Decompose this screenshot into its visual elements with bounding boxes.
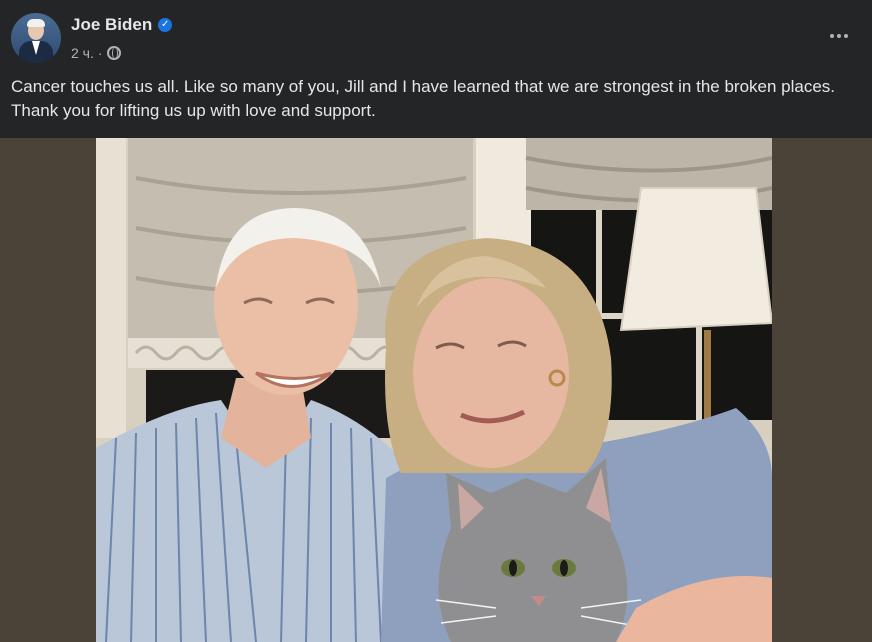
author-row: Joe Biden ✓ [71,15,173,35]
verified-badge-icon: ✓ [158,18,173,32]
post-media[interactable] [0,138,872,642]
meta-separator: · [97,45,103,61]
more-options-button[interactable] [824,24,854,48]
more-options-icon [830,34,834,38]
author-name[interactable]: Joe Biden [71,15,152,35]
post-timestamp[interactable]: 2 ч. [71,45,94,61]
post-photo[interactable] [96,138,772,642]
post-text: Cancer touches us all. Like so many of y… [11,77,836,120]
author-avatar[interactable] [11,13,61,63]
facebook-post: Joe Biden ✓ 2 ч. · Cancer touches us all… [0,0,872,642]
photo-illustration [96,138,772,642]
post-header: Joe Biden ✓ 2 ч. · [0,0,872,70]
post-meta: 2 ч. · [71,45,121,61]
globe-icon[interactable] [106,46,121,60]
